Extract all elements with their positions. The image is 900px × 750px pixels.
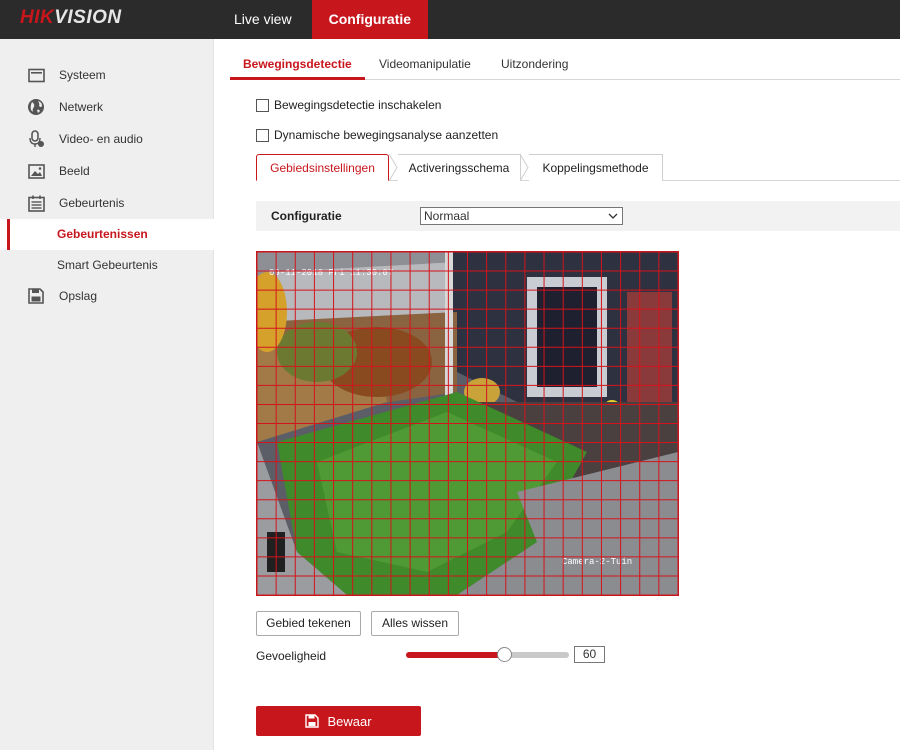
checkbox[interactable] bbox=[256, 98, 269, 112]
calendar-icon bbox=[27, 194, 45, 212]
config-select-value: Normaal bbox=[424, 209, 470, 223]
nav-configuratie[interactable]: Configuratie bbox=[311, 0, 429, 39]
config-select[interactable]: Normaal bbox=[420, 207, 623, 225]
sidebar-item-gebeurtenis[interactable]: Gebeurtenis bbox=[0, 187, 214, 219]
sidebar-item-label: Beeld bbox=[59, 164, 90, 178]
sidebar-item-label: Opslag bbox=[59, 289, 98, 303]
sidebar-item-systeem[interactable]: Systeem bbox=[0, 59, 214, 91]
image-icon bbox=[27, 162, 45, 180]
top-nav: Live view Configuratie bbox=[214, 0, 429, 39]
sidebar-subitem-label: Smart Gebeurtenis bbox=[57, 258, 158, 272]
subtab-gebiedsinstellingen[interactable]: Gebiedsinstellingen bbox=[256, 154, 389, 181]
sidebar-item-label: Gebeurtenis bbox=[59, 196, 125, 210]
save-button-label: Bewaar bbox=[327, 713, 372, 729]
sub-tabs: Gebiedsinstellingen Activeringsschema Ko… bbox=[256, 154, 900, 181]
sidebar-item-opslag[interactable]: Opslag bbox=[0, 280, 214, 312]
dynamic-analysis-checkbox[interactable]: Dynamische bewegingsanalyse aanzetten bbox=[256, 128, 498, 142]
active-tab-underline bbox=[230, 77, 365, 80]
sidebar-subitem-label: Gebeurtenissen bbox=[57, 227, 148, 241]
sidebar: Systeem Netwerk Video- en audio Beeld Ge… bbox=[0, 39, 214, 750]
tab-uitzondering[interactable]: Uitzondering bbox=[501, 57, 568, 71]
nav-live-view[interactable]: Live view bbox=[214, 0, 312, 39]
sensitivity-slider-handle[interactable] bbox=[496, 647, 512, 662]
enable-motion-detection-checkbox[interactable]: Bewegingsdetectie inschakelen bbox=[256, 98, 441, 112]
sidebar-subitem-smart-gebeurtenis[interactable]: Smart Gebeurtenis bbox=[0, 250, 214, 281]
motion-detection-grid[interactable] bbox=[257, 252, 678, 595]
chevron-down-icon bbox=[608, 213, 618, 219]
tab-bewegingsdetectie[interactable]: Bewegingsdetectie bbox=[243, 57, 352, 71]
config-row: Configuratie Normaal bbox=[256, 201, 900, 231]
sidebar-item-video-audio[interactable]: Video- en audio bbox=[0, 123, 214, 155]
sidebar-item-label: Netwerk bbox=[59, 100, 104, 114]
microphone-icon bbox=[27, 130, 45, 148]
clear-all-button[interactable]: Alles wissen bbox=[371, 611, 459, 636]
sensitivity-slider-fill bbox=[406, 652, 504, 658]
subtab-activeringsschema[interactable]: Activeringsschema bbox=[398, 154, 521, 181]
sidebar-item-label: Video- en audio bbox=[59, 132, 143, 146]
sidebar-subitem-gebeurtenissen[interactable]: Gebeurtenissen bbox=[0, 219, 214, 250]
sidebar-item-label: Systeem bbox=[59, 68, 106, 82]
globe-icon bbox=[27, 98, 45, 116]
monitor-icon bbox=[27, 66, 45, 84]
hikvision-logo: HIKVISION bbox=[20, 7, 122, 28]
checkbox-label: Dynamische bewegingsanalyse aanzetten bbox=[274, 128, 499, 142]
draw-area-button[interactable]: Gebied tekenen bbox=[256, 611, 361, 636]
subtab-koppelingsmethode[interactable]: Koppelingsmethode bbox=[529, 154, 663, 181]
video-preview[interactable]: 09-11-2018 Fri 11:30:07 Camera-2-Tuin bbox=[256, 251, 679, 596]
tab-videomanipulatie[interactable]: Videomanipulatie bbox=[379, 57, 471, 71]
sensitivity-slider[interactable] bbox=[406, 647, 569, 662]
checkbox-label: Bewegingsdetectie inschakelen bbox=[274, 98, 442, 112]
sensitivity-value-field[interactable]: 60 bbox=[574, 646, 605, 663]
top-bar: HIKVISION Live view Configuratie bbox=[0, 0, 900, 39]
sensitivity-label: Gevoeligheid bbox=[256, 649, 327, 663]
checkbox[interactable] bbox=[256, 128, 269, 142]
save-icon bbox=[305, 714, 320, 728]
sidebar-item-netwerk[interactable]: Netwerk bbox=[0, 91, 214, 123]
save-button[interactable]: Bewaar bbox=[256, 706, 421, 736]
storage-icon bbox=[27, 287, 45, 305]
active-indicator bbox=[7, 219, 10, 250]
main-tabs: Bewegingsdetectie Videomanipulatie Uitzo… bbox=[230, 50, 900, 80]
config-label: Configuratie bbox=[271, 209, 342, 223]
sidebar-item-beeld[interactable]: Beeld bbox=[0, 155, 214, 187]
